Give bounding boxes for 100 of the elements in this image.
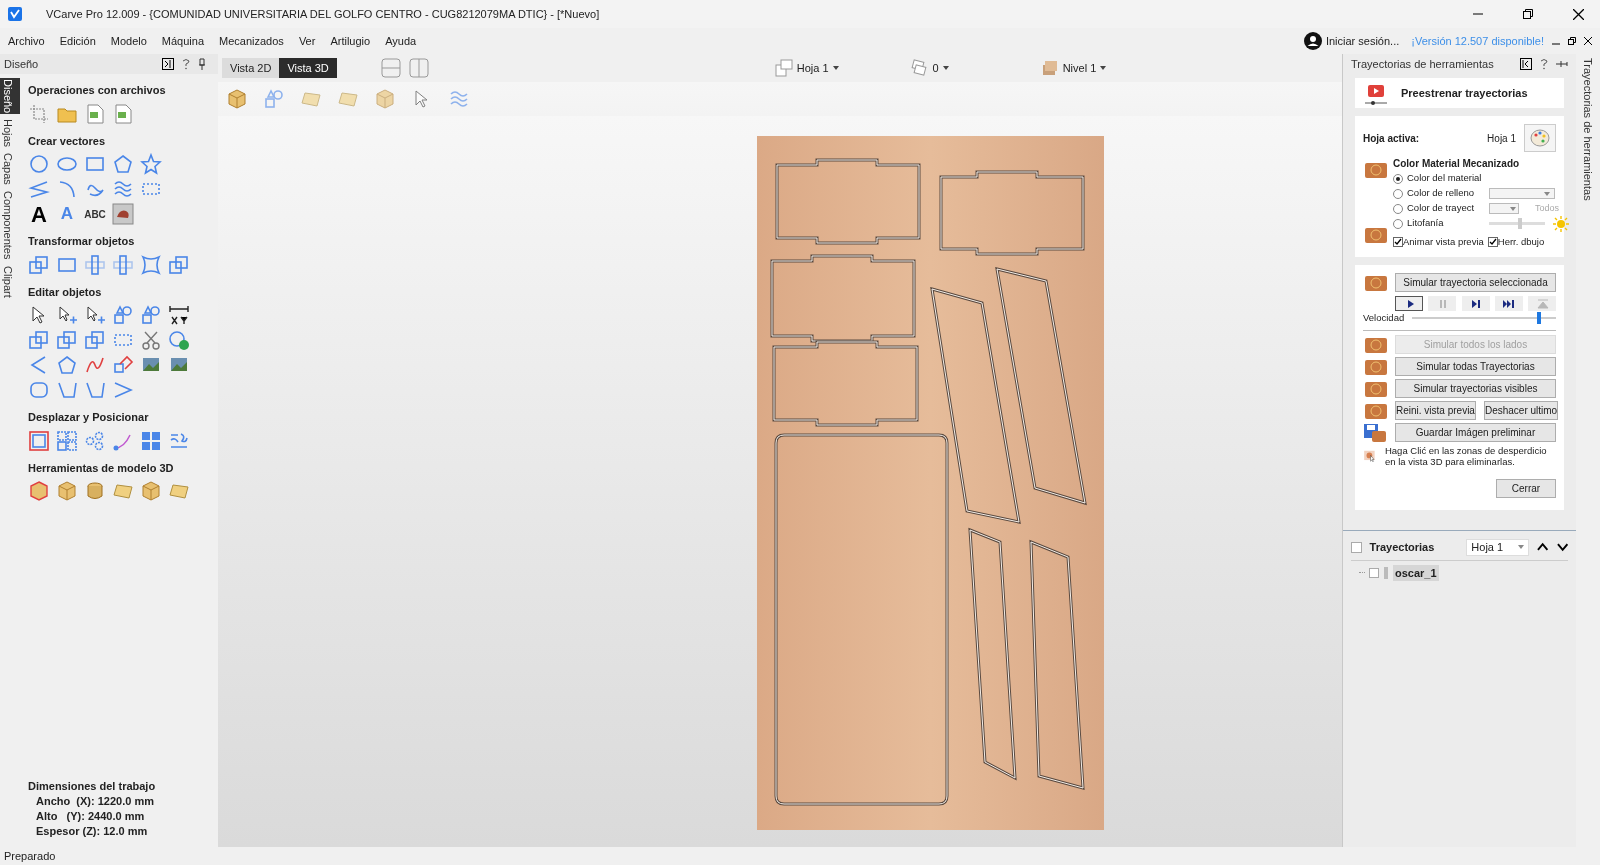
split-vertical-icon[interactable] — [408, 58, 429, 78]
menu-item[interactable]: Edición — [59, 32, 96, 50]
side-tab[interactable]: Componentes — [0, 190, 21, 261]
simulate-button[interactable]: Simular trayectorias visibles — [1395, 379, 1556, 398]
side-tab[interactable]: Clipart — [0, 264, 21, 299]
mirror-icon[interactable] — [112, 253, 134, 276]
level-icon[interactable] — [1040, 59, 1059, 77]
menu-item[interactable]: Ayuda — [385, 32, 417, 50]
sheet-dropdown[interactable]: Hoja 1 — [796, 59, 829, 77]
menu-item[interactable]: Ver — [298, 32, 316, 50]
play-button[interactable] — [1395, 296, 1423, 312]
restore-icon[interactable] — [1568, 37, 1576, 45]
simulate-button[interactable]: Simular todas Trayectorias — [1395, 357, 1556, 376]
menu-item[interactable]: Artilugio — [330, 32, 371, 50]
radio-button[interactable] — [1393, 173, 1403, 184]
checkbox[interactable] — [1369, 567, 1379, 578]
cube-icon[interactable] — [56, 480, 78, 502]
chevron-icon[interactable] — [112, 379, 134, 401]
file-import-icon[interactable] — [112, 102, 134, 125]
star-icon[interactable] — [140, 153, 162, 175]
reset-button[interactable]: Reini. vista previa — [1395, 401, 1476, 420]
side-tab[interactable]: Trayectorias de herramientas — [1579, 58, 1597, 201]
sheets-icon[interactable] — [774, 59, 793, 77]
restore-icon[interactable] — [1523, 9, 1533, 19]
image-trace-icon[interactable] — [112, 203, 134, 225]
image-import-icon[interactable] — [84, 102, 106, 125]
color-dropdown[interactable] — [1489, 188, 1555, 199]
waves-icon[interactable] — [112, 178, 134, 200]
caret-icon[interactable] — [832, 66, 839, 70]
menu-item[interactable]: Modelo — [110, 32, 147, 50]
undo-button[interactable]: Deshacer ultimo — [1483, 401, 1559, 420]
save-image-button[interactable]: Guardar Imágen preliminar — [1395, 423, 1556, 442]
close-icon[interactable] — [1584, 37, 1592, 45]
count-dropdown[interactable]: 0 — [932, 59, 939, 77]
step-button[interactable] — [1461, 296, 1490, 312]
view-tab[interactable]: Vista 3D — [279, 58, 337, 78]
crop-icon[interactable] — [28, 102, 50, 125]
lithophane-slider-thumb[interactable] — [1517, 218, 1522, 229]
measure-icon[interactable] — [168, 304, 190, 326]
user-icon[interactable] — [1303, 32, 1322, 50]
caret-icon[interactable] — [942, 66, 949, 70]
layers-icon[interactable] — [910, 59, 929, 77]
nest-icon[interactable] — [28, 429, 50, 452]
end-button[interactable] — [1494, 296, 1523, 312]
text-tool-icon[interactable]: A — [28, 203, 50, 225]
pin-icon[interactable] — [198, 58, 206, 70]
speed-slider-thumb[interactable] — [1536, 312, 1541, 325]
collapse-icon[interactable] — [1520, 58, 1532, 70]
simulate-selected-button[interactable]: Simular trayectoria seleccionada — [1395, 273, 1556, 293]
zigzag-icon[interactable] — [28, 178, 50, 200]
close-button[interactable]: Cerrar — [1496, 478, 1556, 498]
help-icon[interactable] — [1540, 58, 1548, 70]
blocks-icon[interactable] — [140, 429, 162, 452]
shapes-icon[interactable] — [263, 88, 285, 110]
checkbox[interactable] — [1393, 237, 1403, 248]
close-icon[interactable] — [1573, 8, 1584, 20]
level-dropdown[interactable]: Nivel 1 — [1062, 59, 1097, 77]
help-icon[interactable] — [182, 58, 190, 70]
radio-button[interactable] — [1393, 218, 1403, 229]
split-horizontal-icon[interactable] — [380, 58, 401, 78]
caret-icon[interactable] — [1100, 66, 1107, 70]
cylinder-icon[interactable] — [84, 480, 106, 502]
circle-icon[interactable] — [28, 153, 50, 175]
side-tab[interactable]: Capas — [0, 152, 21, 187]
text-tool-icon[interactable]: ABC — [84, 203, 106, 225]
scissors-icon[interactable] — [140, 329, 162, 351]
rounded-rectangle-icon[interactable] — [28, 379, 50, 401]
side-tab[interactable]: Hojas — [0, 118, 21, 149]
cursor-move-icon[interactable] — [84, 304, 106, 326]
grid-icon[interactable] — [56, 429, 78, 452]
up-icon[interactable] — [1537, 542, 1549, 552]
radio-button[interactable] — [1393, 203, 1403, 214]
menu-item[interactable]: Máquina — [161, 32, 205, 50]
cube-icon[interactable] — [226, 88, 248, 110]
sun-icon[interactable] — [1553, 215, 1569, 232]
circle-array-icon[interactable] — [84, 429, 106, 452]
move-icon[interactable] — [28, 253, 50, 276]
shapes-icon[interactable] — [140, 304, 162, 326]
menu-item[interactable]: Archivo — [8, 32, 45, 50]
toolpath-item[interactable]: oscar_1 — [1393, 564, 1439, 581]
cube-icon[interactable] — [140, 480, 162, 502]
checkbox[interactable] — [1351, 541, 1362, 553]
warp-icon[interactable] — [140, 253, 162, 276]
palette-button[interactable] — [1524, 124, 1556, 152]
pentagon-icon[interactable] — [112, 153, 134, 175]
color-dropdown[interactable] — [1489, 203, 1519, 214]
side-tab[interactable]: Diseño — [0, 78, 21, 115]
menu-item[interactable]: Mecanizados — [219, 32, 284, 50]
login-link[interactable]: Iniciar sesión... — [1325, 32, 1400, 50]
radio-button[interactable] — [1393, 188, 1403, 199]
checkbox[interactable] — [1487, 237, 1498, 248]
sheet-dropdown[interactable]: Hoja 1 — [1466, 538, 1530, 556]
collapse-icon[interactable] — [162, 58, 174, 70]
pin-icon[interactable] — [1556, 60, 1568, 68]
cursor-plus-icon[interactable] — [56, 304, 78, 326]
down-icon[interactable] — [1556, 542, 1568, 552]
view-tab[interactable]: Vista 2D — [222, 58, 280, 78]
stretch-icon[interactable] — [84, 253, 106, 276]
cube-icon[interactable] — [28, 480, 50, 502]
shapes-icon[interactable] — [112, 304, 134, 326]
